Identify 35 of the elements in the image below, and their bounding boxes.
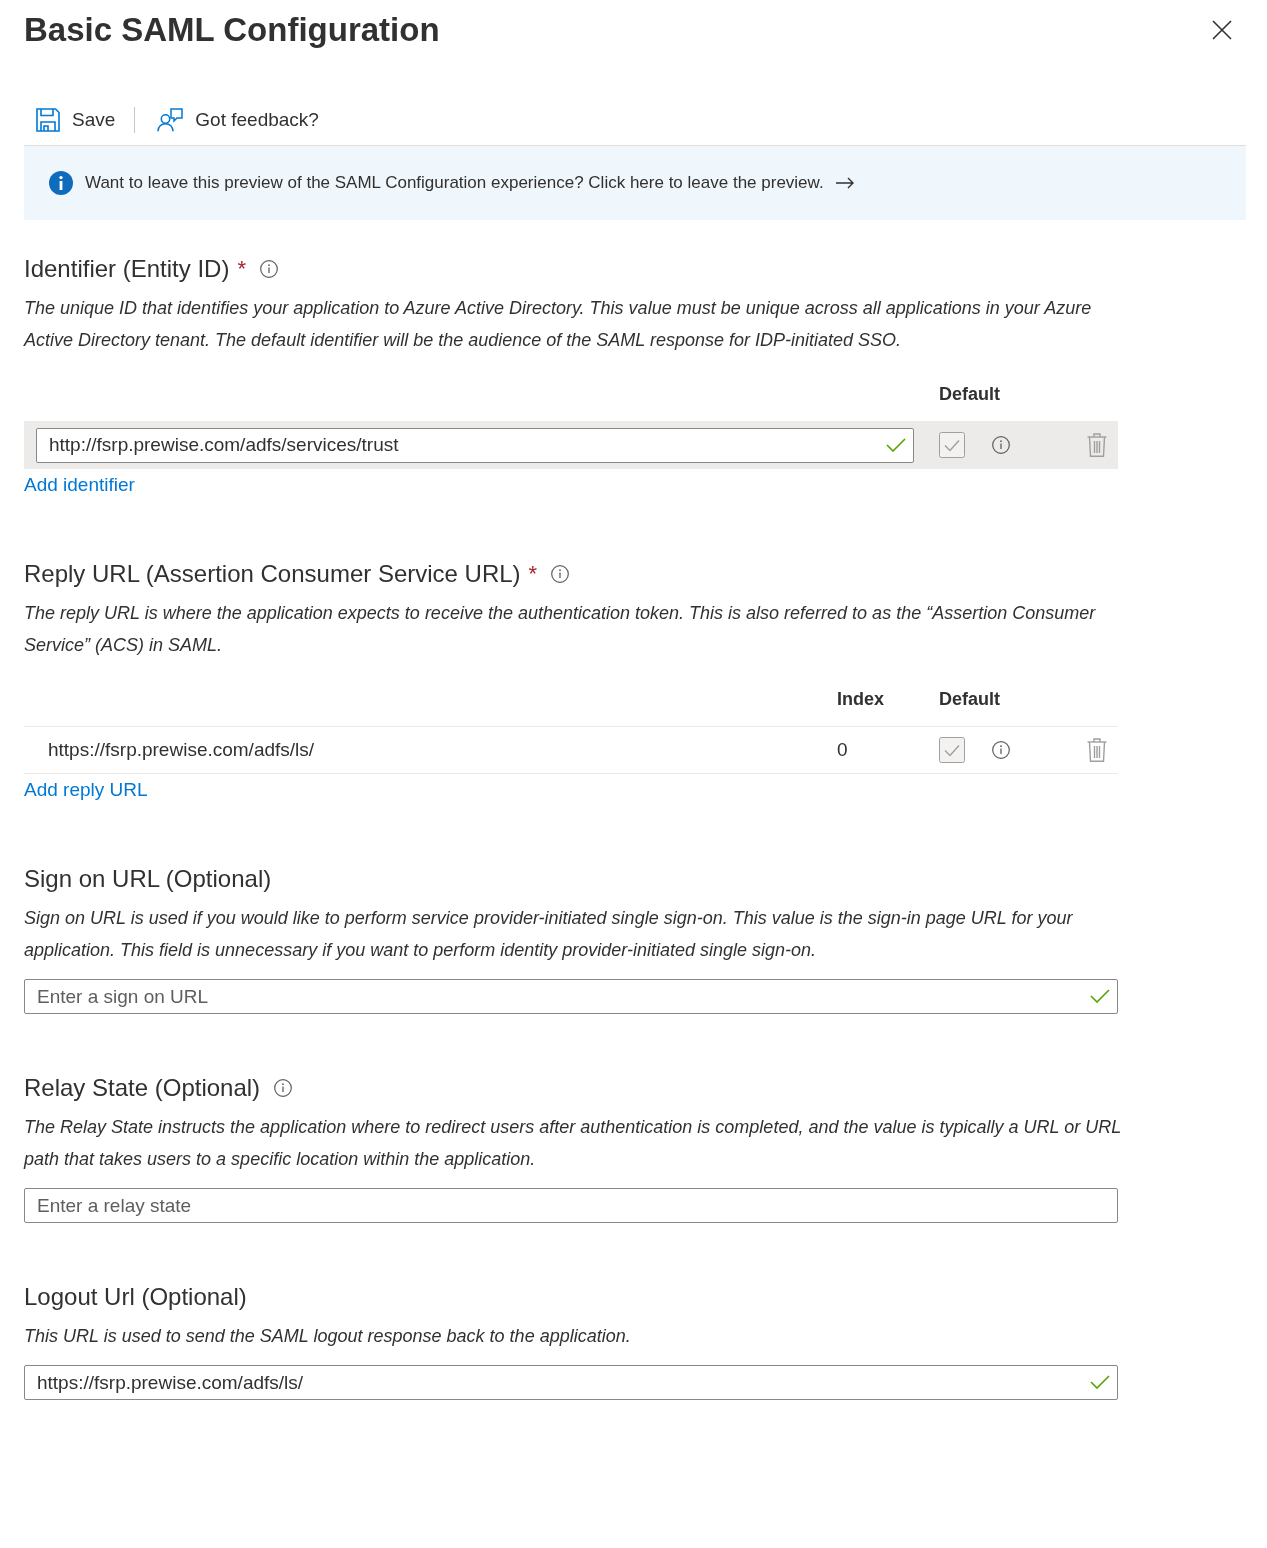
url-field[interactable]: Enter a relay state — [24, 1188, 1118, 1223]
required-mark: * — [237, 255, 246, 283]
section-title: Identifier (Entity ID) — [24, 254, 230, 284]
feedback-icon — [157, 107, 184, 132]
column-header: Default — [939, 688, 1000, 710]
required-mark: * — [528, 560, 538, 588]
preview-banner[interactable]: Want to leave this preview of the SAML Configuration experience? Click here to leave the preview. — [24, 146, 1246, 220]
close-icon[interactable] — [1212, 20, 1232, 40]
section-title: Sign on URL (Optional) — [24, 864, 272, 894]
section-title: Reply URL (Assertion Consumer Service URL) — [24, 559, 521, 589]
info-icon — [49, 171, 73, 195]
save-icon — [36, 107, 60, 132]
info-icon[interactable] — [259, 260, 278, 278]
feedback-button[interactable]: Got feedback? — [145, 99, 331, 140]
section-description: The reply URL is where the application expects to receive the authentication token. This is also referred to as the “Assertion Consumer Service” (ACS) in SAML. — [24, 602, 1097, 657]
section-description: The unique ID that identifies your application to Azure Active Directory. This value must be unique across all applications in your Azure Active Directory tenant. The default identifier will be the audience of the SAML response for IDP-initiated SSO. — [24, 297, 1093, 352]
section-title: Relay State (Optional) — [24, 1073, 261, 1103]
save-button[interactable]: Save — [24, 99, 128, 140]
arrow-right-icon — [835, 177, 854, 189]
column-header: Default — [939, 383, 1000, 405]
section-title: Logout Url (Optional) — [24, 1282, 247, 1312]
add-link[interactable]: Add reply URL — [24, 775, 148, 805]
url-field[interactable]: Enter a sign on URL — [24, 979, 1118, 1014]
index-cell: 0 — [837, 739, 848, 761]
section-description: This URL is used to send the SAML logout response back to the application. — [24, 1325, 632, 1348]
url-cell-text: https://fsrp.prewise.com/adfs/ls/ — [47, 739, 315, 761]
info-icon[interactable] — [274, 1079, 293, 1097]
info-icon[interactable] — [551, 565, 570, 583]
section-description: Sign on URL is used if you would like to perform service provider-initiated single sign-on. This value is the sign-in page URL for your application. This field is unnecessary if you want to perform identity provider-initiated single sign-on. — [24, 907, 1074, 962]
panel-title: Basic SAML Configuration — [24, 10, 440, 50]
add-link[interactable]: Add identifier — [24, 470, 135, 500]
url-field[interactable]: https://fsrp.prewise.com/adfs/ls/ — [24, 1365, 1118, 1400]
banner-message: Want to leave this preview of the SAML Configuration experience? Click here to leave the preview. — [85, 173, 824, 193]
section-description: The Relay State instructs the application where to redirect users after authentication is completed, and the value is typically a URL or URL path that takes users to a specific location within the application. — [24, 1116, 1122, 1171]
column-header: Index — [837, 688, 884, 710]
